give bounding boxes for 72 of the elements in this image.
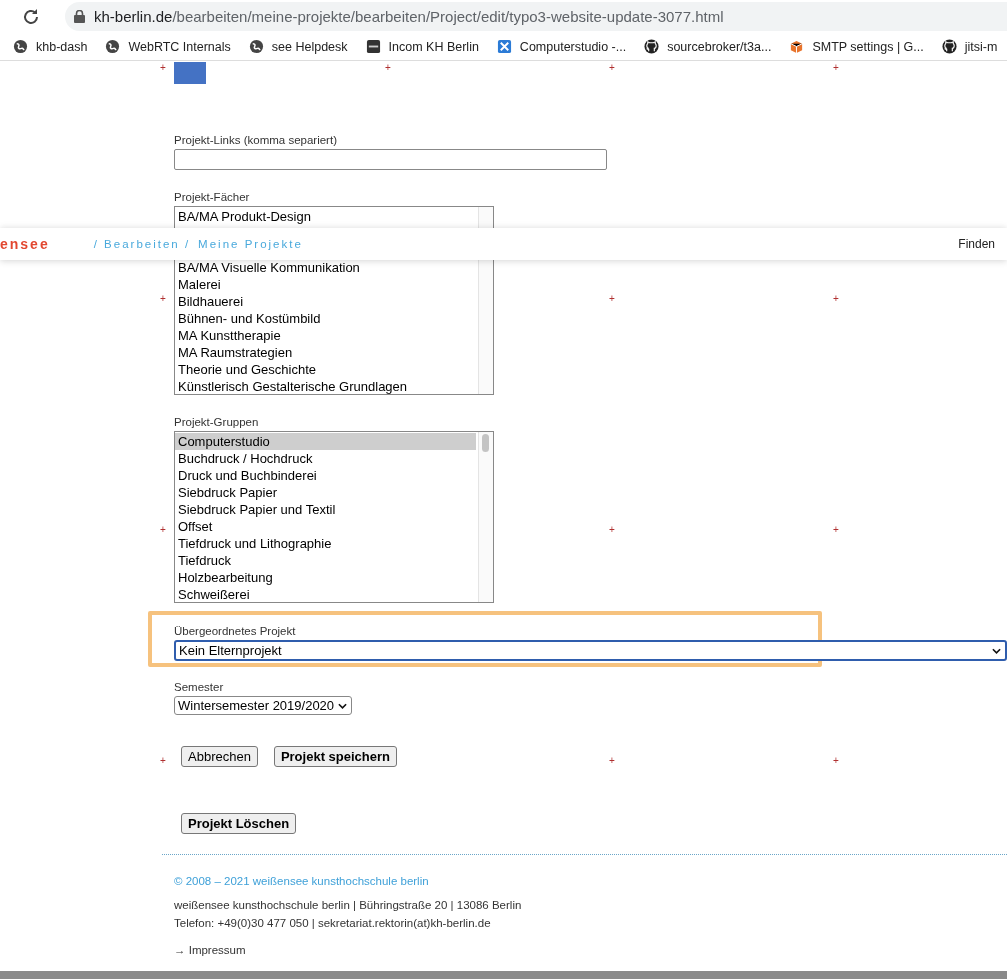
list-option[interactable]: Künstlerisch Gestalterische Grundlagen: [175, 378, 476, 395]
list-option[interactable]: MA Raumstrategien: [175, 344, 476, 361]
chevron-icon: [992, 647, 1001, 654]
save-button[interactable]: Projekt speichern: [273, 746, 397, 767]
list-option[interactable]: BA/MA Produkt-Design: [175, 208, 476, 225]
globe-icon: [13, 39, 28, 54]
contact-text: Telefon: +49(0)30 477 050 | sekretariat.rektorin(at)kh-berlin.de: [174, 916, 492, 931]
copyright-text: © 2008 – 2021 weißensee kunsthochschule berlin: [174, 875, 430, 887]
grid-mark: +: [160, 525, 166, 535]
grid-mark: +: [160, 756, 166, 766]
bookmark[interactable]: jitsi-m: [941, 39, 998, 54]
chevron-icon: [338, 702, 348, 709]
semester-select[interactable]: Wintersemester 2019/2020: [174, 696, 353, 715]
links-field[interactable]: [174, 149, 607, 170]
list-option[interactable]: Computerstudio: [175, 433, 476, 450]
box-icon: [789, 39, 805, 54]
grid-mark: +: [833, 525, 839, 535]
delete-button[interactable]: Projekt Löschen: [181, 813, 297, 834]
field-label: Projekt-Fächer: [174, 190, 251, 204]
scrollbar-thumb[interactable]: [482, 434, 489, 452]
list-option[interactable]: Buchdruck / Hochdruck: [175, 450, 476, 467]
grid-mark: +: [609, 63, 615, 73]
address-bar[interactable]: kh-berlin.de/bearbeiten/meine-projekte/bearbeiten/Project/edit/typo3-website-update-3077.html: [65, 2, 1007, 31]
field-label: Projekt-Gruppen: [174, 415, 260, 429]
site-logo[interactable]: ensee: [0, 236, 50, 252]
bookmark[interactable]: Incom KH Berlin: [365, 39, 479, 54]
search-link[interactable]: Finden: [958, 237, 995, 251]
list-option[interactable]: BA/MA Visuelle Kommunikation: [175, 259, 476, 276]
bookmark[interactable]: see Helpdesk: [248, 39, 348, 54]
list-option[interactable]: Bildhauerei: [175, 293, 476, 310]
list-option[interactable]: Siebdruck Papier: [175, 484, 476, 501]
groups-listbox[interactable]: Computerstudio Buchdruck / Hochdruck Druck und Buchbinderei Siebdruck Papier Siebdruck Papier und Textil Offset Tiefdruck und Lithographie Tiefdruck Holzbearbeitung Schweißerei: [174, 431, 494, 603]
app-icon: [365, 39, 381, 54]
list-option[interactable]: Tiefdruck und Lithographie: [175, 535, 476, 552]
image-thumbnail: [174, 62, 206, 84]
globe-icon: [248, 39, 264, 54]
grid-mark: +: [160, 294, 166, 304]
globe-icon: [105, 39, 121, 54]
grid-mark: +: [833, 63, 839, 73]
list-option[interactable]: Malerei: [175, 276, 476, 293]
list-option[interactable]: Druck und Buchbinderei: [175, 467, 476, 484]
field-label: Übergeordnetes Projekt: [174, 624, 297, 638]
list-option[interactable]: Offset: [175, 518, 476, 535]
bookmark[interactable]: WebRTC Internals: [105, 39, 231, 54]
list-option[interactable]: Bühnen- und Kostümbild: [175, 310, 476, 327]
imprint-link[interactable]: → Impressum: [174, 941, 1007, 959]
grid-mark: +: [833, 294, 839, 304]
field-label: Semester: [174, 680, 225, 694]
bookmark[interactable]: SMTP settings | G...: [789, 39, 924, 54]
bookmark[interactable]: khb-dash: [13, 39, 88, 54]
cross-icon: [496, 39, 512, 54]
github-icon: [644, 39, 660, 54]
list-option[interactable]: Siebdruck Papier und Textil: [175, 501, 476, 518]
grid-mark: +: [160, 63, 166, 73]
parent-select[interactable]: Kein Elternprojekt: [174, 640, 1007, 661]
lock-icon: [74, 10, 85, 23]
bookmark[interactable]: Computerstudio -...: [496, 39, 627, 54]
list-option[interactable]: MA Kunsttherapie: [175, 327, 476, 344]
field-label: Projekt-Links (komma separiert): [174, 133, 338, 147]
grid-mark: +: [609, 756, 615, 766]
bookmark[interactable]: sourcebroker/t3a...: [644, 39, 772, 54]
list-option[interactable]: Theorie und Geschichte: [175, 361, 476, 378]
grid-mark: +: [833, 756, 839, 766]
list-option[interactable]: Holzbearbeitung: [175, 569, 476, 586]
address-text: weißensee kunsthochschule berlin | Bühringstraße 20 | 13086 Berlin: [174, 898, 523, 913]
list-option[interactable]: Tiefdruck: [175, 552, 476, 569]
grid-mark: +: [609, 525, 615, 535]
grid-mark: +: [609, 294, 615, 304]
grid-mark: +: [385, 63, 391, 73]
list-option[interactable]: Schweißerei: [175, 586, 476, 603]
cancel-button[interactable]: Abbrechen: [181, 746, 258, 767]
github-icon: [941, 39, 957, 54]
